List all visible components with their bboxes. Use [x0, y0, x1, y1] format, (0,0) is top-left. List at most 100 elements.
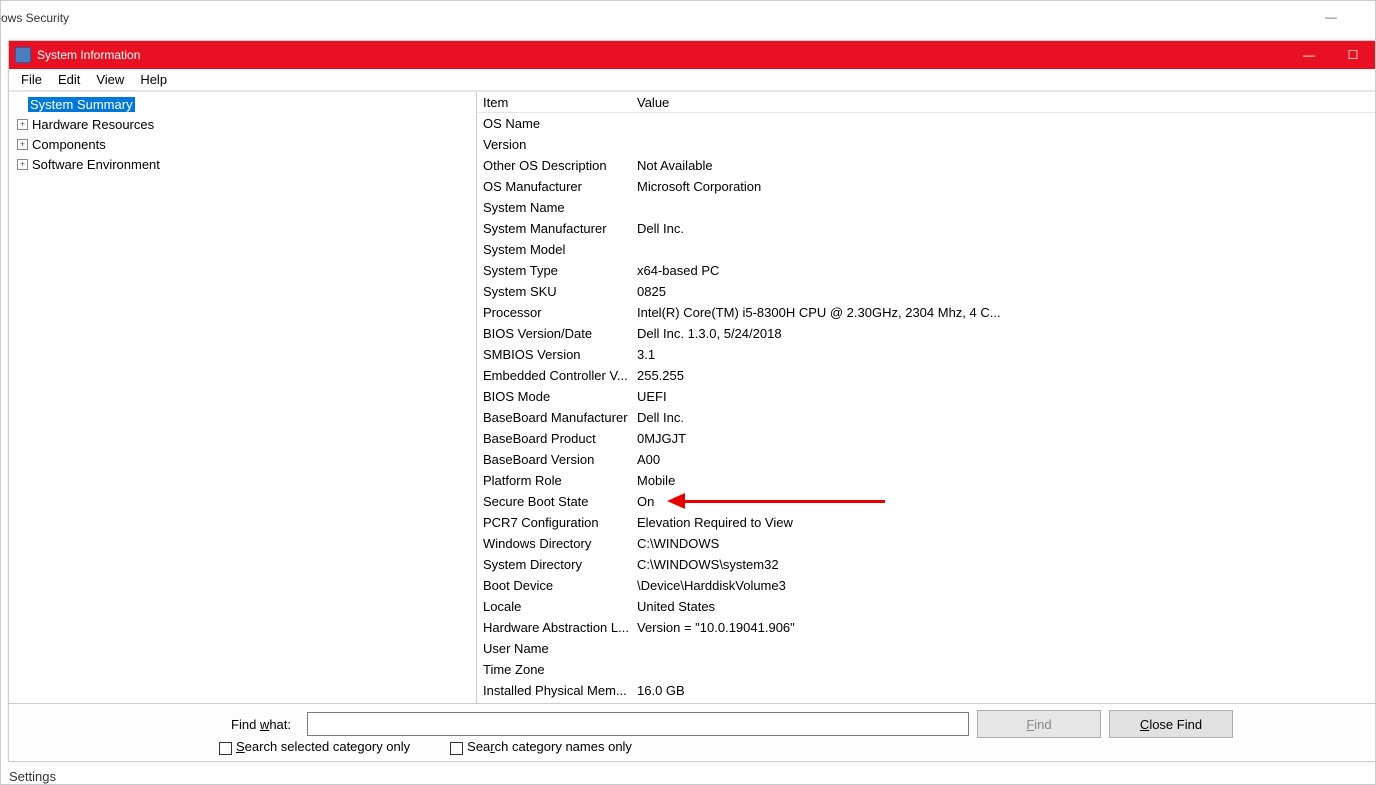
detail-row[interactable]: OS ManufacturerMicrosoft Corporation — [477, 176, 1375, 197]
tree-hardware-resources[interactable]: Hardware Resources — [13, 114, 472, 134]
window-title: System Information — [37, 48, 1287, 62]
menu-file[interactable]: File — [13, 70, 50, 89]
maximize-button[interactable] — [1331, 41, 1375, 69]
detail-row[interactable]: Version — [477, 134, 1375, 155]
detail-row[interactable]: Boot Device\Device\HarddiskVolume3 — [477, 575, 1375, 596]
detail-value: A00 — [635, 452, 1375, 467]
tree-label: Software Environment — [32, 157, 160, 172]
menu-help[interactable]: Help — [132, 70, 175, 89]
bg-minimize-button[interactable] — [1315, 9, 1347, 31]
detail-item: System Name — [477, 200, 635, 215]
detail-item: SMBIOS Version — [477, 347, 635, 362]
find-button[interactable]: Find — [977, 710, 1101, 738]
detail-row[interactable]: Time Zone — [477, 659, 1375, 680]
detail-row[interactable]: User Name — [477, 638, 1375, 659]
detail-row[interactable]: LocaleUnited States — [477, 596, 1375, 617]
detail-item: System Manufacturer — [477, 221, 635, 236]
detail-row[interactable]: Other OS DescriptionNot Available — [477, 155, 1375, 176]
app-icon — [15, 47, 31, 63]
detail-item: System Type — [477, 263, 635, 278]
checkbox-search-selected[interactable]: Search selected category only — [219, 739, 410, 754]
close-find-button[interactable]: Close Find — [1109, 710, 1233, 738]
detail-value: 0MJGJT — [635, 431, 1375, 446]
bg-window-title: ows Security — [1, 11, 69, 25]
detail-item: Secure Boot State — [477, 494, 635, 509]
tree-software-environment[interactable]: Software Environment — [13, 154, 472, 174]
detail-row[interactable]: BIOS Version/DateDell Inc. 1.3.0, 5/24/2… — [477, 323, 1375, 344]
detail-item: BIOS Mode — [477, 389, 635, 404]
checkbox-icon[interactable] — [219, 742, 232, 755]
checkbox-icon[interactable] — [450, 742, 463, 755]
detail-value: Mobile — [635, 473, 1375, 488]
find-input[interactable] — [307, 712, 969, 736]
detail-value: Not Available — [635, 158, 1375, 173]
checkbox-search-category-names[interactable]: Search category names only — [450, 739, 632, 754]
find-bar: Find what: Find Close Find Search select… — [9, 703, 1375, 761]
menubar: File Edit View Help — [9, 69, 1375, 91]
column-value[interactable]: Value — [635, 95, 1375, 110]
detail-value: C:\WINDOWS — [635, 536, 1375, 551]
detail-row[interactable]: BaseBoard VersionA00 — [477, 449, 1375, 470]
detail-row[interactable]: Windows DirectoryC:\WINDOWS — [477, 533, 1375, 554]
expand-icon[interactable] — [17, 119, 28, 130]
tree-label: System Summary — [28, 97, 135, 112]
detail-value: UEFI — [635, 389, 1375, 404]
detail-row[interactable]: BaseBoard ManufacturerDell Inc. — [477, 407, 1375, 428]
detail-row[interactable]: System DirectoryC:\WINDOWS\system32 — [477, 554, 1375, 575]
detail-value: Dell Inc. 1.3.0, 5/24/2018 — [635, 326, 1375, 341]
detail-item: Version — [477, 137, 635, 152]
detail-row[interactable]: SMBIOS Version3.1 — [477, 344, 1375, 365]
tree-label: Components — [32, 137, 106, 152]
tree-components[interactable]: Components — [13, 134, 472, 154]
detail-row[interactable]: Platform RoleMobile — [477, 470, 1375, 491]
detail-value: 0825 — [635, 284, 1375, 299]
detail-row[interactable]: Embedded Controller V...255.255 — [477, 365, 1375, 386]
detail-value: x64-based PC — [635, 263, 1375, 278]
detail-item: Processor — [477, 305, 635, 320]
detail-row[interactable]: System Typex64-based PC — [477, 260, 1375, 281]
detail-item: BaseBoard Product — [477, 431, 635, 446]
detail-row[interactable]: Hardware Abstraction L...Version = "10.0… — [477, 617, 1375, 638]
tree-system-summary[interactable]: System Summary — [13, 94, 472, 114]
find-label: Find what: — [19, 717, 299, 732]
detail-value: Elevation Required to View — [635, 515, 1375, 530]
titlebar[interactable]: System Information — [9, 41, 1375, 69]
detail-row[interactable]: System ManufacturerDell Inc. — [477, 218, 1375, 239]
detail-row[interactable]: System Name — [477, 197, 1375, 218]
detail-item: PCR7 Configuration — [477, 515, 635, 530]
detail-item: BaseBoard Version — [477, 452, 635, 467]
minimize-button[interactable] — [1287, 41, 1331, 69]
expand-icon[interactable] — [17, 159, 28, 170]
detail-item: System SKU — [477, 284, 635, 299]
menu-edit[interactable]: Edit — [50, 70, 88, 89]
detail-value: Version = "10.0.19041.906" — [635, 620, 1375, 635]
detail-item: User Name — [477, 641, 635, 656]
detail-row[interactable]: Secure Boot StateOn — [477, 491, 1375, 512]
detail-row[interactable]: System Model — [477, 239, 1375, 260]
detail-item: OS Manufacturer — [477, 179, 635, 194]
detail-row[interactable]: Installed Physical Mem...16.0 GB — [477, 680, 1375, 701]
detail-panel[interactable]: Item Value OS Name Version Other OS Descri… — [477, 92, 1375, 703]
detail-item: Embedded Controller V... — [477, 368, 635, 383]
expand-icon[interactable] — [17, 139, 28, 150]
detail-header[interactable]: Item Value — [477, 92, 1375, 113]
detail-item: Windows Directory — [477, 536, 635, 551]
detail-item: BaseBoard Manufacturer — [477, 410, 635, 425]
detail-item: Time Zone — [477, 662, 635, 677]
detail-item: Hardware Abstraction L... — [477, 620, 635, 635]
detail-row[interactable]: OS Name — [477, 113, 1375, 134]
detail-item: System Model — [477, 242, 635, 257]
column-item[interactable]: Item — [477, 95, 635, 110]
tree-panel[interactable]: System Summary Hardware Resources Compon… — [9, 92, 477, 703]
detail-value: Dell Inc. — [635, 410, 1375, 425]
detail-value: 3.1 — [635, 347, 1375, 362]
detail-row[interactable]: BIOS ModeUEFI — [477, 386, 1375, 407]
detail-row[interactable]: PCR7 ConfigurationElevation Required to … — [477, 512, 1375, 533]
menu-view[interactable]: View — [88, 70, 132, 89]
detail-row[interactable]: System SKU0825 — [477, 281, 1375, 302]
detail-value: United States — [635, 599, 1375, 614]
detail-value: On — [635, 494, 1375, 509]
detail-row[interactable]: ProcessorIntel(R) Core(TM) i5-8300H CPU … — [477, 302, 1375, 323]
detail-row[interactable]: BaseBoard Product0MJGJT — [477, 428, 1375, 449]
detail-item: System Directory — [477, 557, 635, 572]
